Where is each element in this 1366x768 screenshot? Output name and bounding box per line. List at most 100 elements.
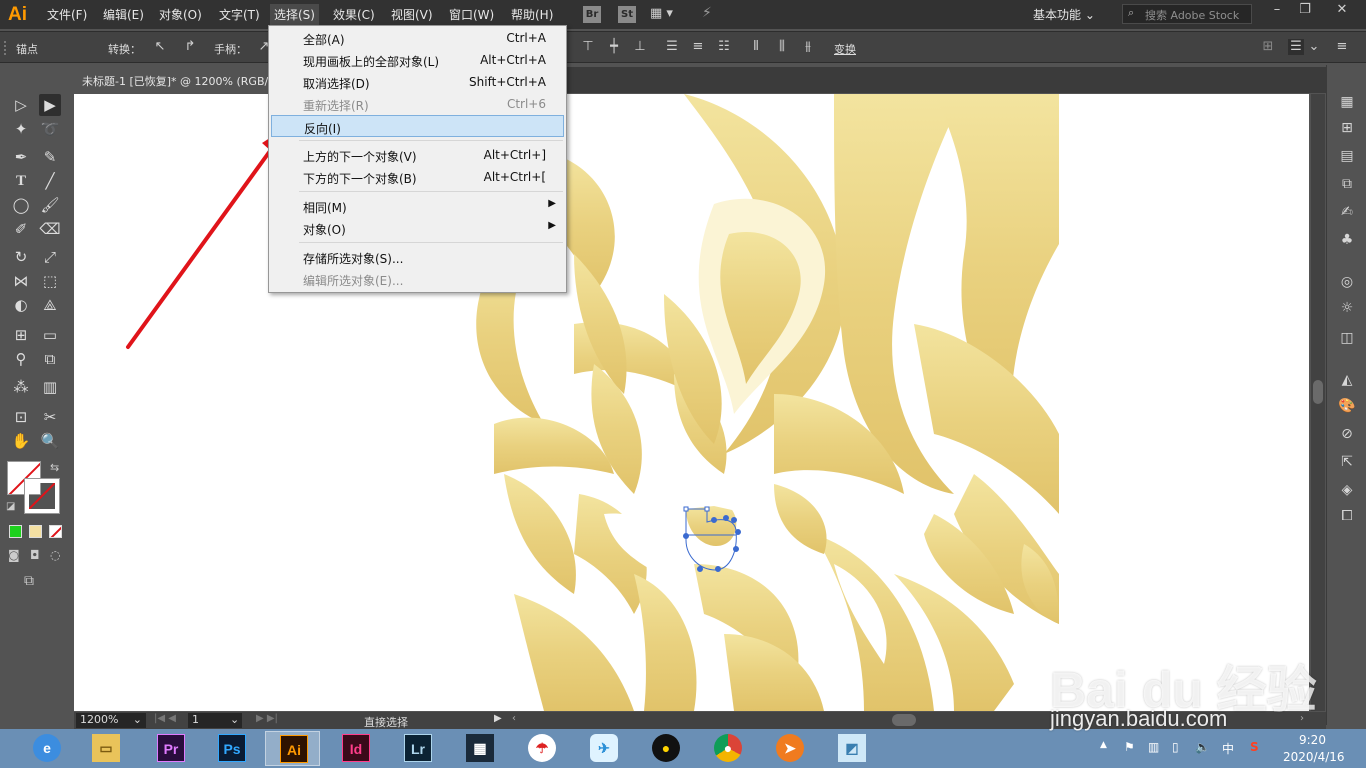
taskbar-app-bird[interactable]: ✈ (576, 731, 631, 766)
status-menu-arrow-icon[interactable]: ▶ (494, 713, 502, 724)
distribute-top-icon[interactable]: ☰ (664, 39, 680, 55)
clock-date[interactable]: 2020/4/16 (1283, 750, 1345, 764)
scroll-thumb[interactable] (1313, 380, 1323, 404)
menu-item-inverse[interactable]: 反向(I) (271, 115, 564, 137)
taskbar-app-premiere[interactable]: Pr (143, 731, 198, 766)
chevron-down-icon[interactable]: ⌄ (1306, 39, 1322, 55)
vertical-scrollbar[interactable] (1311, 94, 1325, 711)
close-button[interactable]: ✕ (1322, 2, 1362, 22)
export-panel-icon[interactable]: ⇱ (1337, 452, 1357, 472)
distribute-bottom-icon[interactable]: ☷ (716, 39, 732, 55)
menu-item-edit-selection[interactable]: 编辑所选对象(E)... (271, 268, 564, 290)
column-graph-tool-icon[interactable]: ▥ (39, 376, 61, 398)
transform-link[interactable]: 变换 (834, 41, 856, 57)
hscroll-thumb[interactable] (892, 714, 916, 726)
curvature-tool-icon[interactable]: ✎ (39, 146, 61, 168)
paintbrush-tool-icon[interactable]: 🖌 (39, 194, 61, 216)
eraser-tool-icon[interactable]: ⌫ (39, 218, 61, 240)
menu-item-select-all-on-artboard[interactable]: 现用画板上的全部对象(L) Alt+Ctrl+A (271, 49, 564, 71)
sogou-icon[interactable]: S (1250, 740, 1259, 754)
zoom-tool-icon[interactable]: 🔍 (39, 430, 61, 452)
network-icon[interactable]: ▥ (1148, 740, 1159, 754)
taskbar-app-chrome[interactable]: ● (700, 731, 755, 766)
taskbar-app-indesign[interactable]: Id (328, 731, 383, 766)
stroke-panel-icon[interactable]: ◎ (1337, 272, 1357, 292)
shape-builder-tool-icon[interactable]: ◐ (10, 294, 32, 316)
menu-effect[interactable]: 效果(C) (333, 6, 375, 23)
pathfinder-panel-icon[interactable]: ⧉ (1337, 174, 1357, 194)
menu-item-same[interactable]: 相同(M) ▶ (271, 195, 564, 217)
convert-to-corner-icon[interactable]: ↖ (152, 39, 168, 55)
taskbar-app-ie[interactable]: e (19, 731, 74, 766)
align-vcenter-icon[interactable]: ┿ (606, 39, 622, 55)
stock-button[interactable]: St (618, 6, 636, 23)
eyedropper-tool-icon[interactable]: ⚲ (10, 348, 32, 370)
flag-icon[interactable]: ⚑ (1124, 740, 1135, 754)
last-page-icon[interactable]: ▶ ▶| (256, 713, 278, 724)
rotate-tool-icon[interactable]: ↻ (10, 246, 32, 268)
menu-item-select-all[interactable]: 全部(A) Ctrl+A (271, 27, 564, 49)
minimize-button[interactable]: – (1262, 2, 1292, 22)
distribute-right-icon[interactable]: ⫵ (800, 39, 816, 55)
menu-edit[interactable]: 编辑(E) (103, 6, 144, 23)
swap-fill-stroke-icon[interactable]: ⇆ (50, 461, 59, 474)
stroke-swatch[interactable] (24, 478, 60, 514)
menu-help[interactable]: 帮助(H) (511, 6, 553, 23)
battery-icon[interactable]: ▯ (1172, 740, 1179, 754)
menu-item-deselect[interactable]: 取消选择(D) Shift+Ctrl+A (271, 71, 564, 93)
taskbar-app-illustrator[interactable]: Ai (265, 731, 320, 766)
distribute-hcenter-icon[interactable]: ⫼ (774, 39, 790, 55)
taskbar-app-explorer[interactable]: ▭ (78, 731, 133, 766)
gradient-tool-icon[interactable]: ▭ (39, 324, 61, 346)
symbols-panel-icon[interactable]: ♣ (1337, 230, 1357, 250)
ellipse-tool-icon[interactable]: ◯ (10, 194, 32, 216)
graphic-styles-panel-icon[interactable]: 🎨 (1337, 396, 1357, 416)
menu-object[interactable]: 对象(O) (159, 6, 202, 23)
line-tool-icon[interactable]: ╱ (39, 170, 61, 192)
lasso-tool-icon[interactable]: ➰ (39, 118, 61, 140)
perspective-grid-tool-icon[interactable]: ⟁ (39, 294, 61, 316)
gpu-performance-icon[interactable]: ⚡ (702, 5, 724, 23)
links-panel-icon[interactable]: ⊘ (1337, 424, 1357, 444)
bridge-button[interactable]: Br (583, 6, 601, 23)
menu-window[interactable]: 窗口(W) (449, 6, 494, 23)
distribute-left-icon[interactable]: ⫴ (748, 39, 764, 55)
menu-select[interactable]: 选择(S) (270, 4, 319, 25)
shaper-tool-icon[interactable]: ✐ (10, 218, 32, 240)
arrange-documents-icon[interactable]: ▦ ▾ (650, 6, 678, 22)
convert-to-smooth-icon[interactable]: ↱ (182, 39, 198, 55)
ime-indicator[interactable]: 中 (1222, 740, 1234, 757)
menu-type[interactable]: 文字(T) (219, 6, 260, 23)
align-bottom-icon[interactable]: ⊥ (632, 39, 648, 55)
menu-item-next-object-below[interactable]: 下方的下一个对象(B) Alt+Ctrl+[ (271, 166, 564, 188)
clock-time[interactable]: 9:20 (1299, 733, 1326, 747)
control-menu-icon[interactable]: ≡ (1334, 39, 1350, 55)
magic-wand-tool-icon[interactable]: ✦ (10, 118, 32, 140)
symbol-sprayer-tool-icon[interactable]: ⁂ (10, 376, 32, 398)
color-panel-icon[interactable]: ▦ (1337, 92, 1357, 112)
slice-tool-icon[interactable]: ✂ (39, 406, 61, 428)
direct-selection-tool-icon[interactable]: ▶ (39, 94, 61, 116)
artboard-tool-icon[interactable]: ⊡ (10, 406, 32, 428)
menu-item-next-object-above[interactable]: 上方的下一个对象(V) Alt+Ctrl+] (271, 144, 564, 166)
layers-panel-icon[interactable]: ◈ (1337, 480, 1357, 500)
isolate-icon[interactable]: ⊞ (1260, 39, 1276, 55)
hand-tool-icon[interactable]: ✋ (10, 430, 32, 452)
draw-normal-icon[interactable]: ◙ (8, 548, 20, 562)
stock-search-input[interactable]: ⌕ 搜索 Adobe Stock (1122, 4, 1252, 24)
taskbar-app-video[interactable]: ▦ (452, 731, 507, 766)
mesh-tool-icon[interactable]: ⊞ (10, 324, 32, 346)
free-transform-tool-icon[interactable]: ⬚ (39, 270, 61, 292)
distribute-vcenter-icon[interactable]: ≡ (690, 39, 706, 55)
none-mode-icon[interactable] (49, 525, 62, 538)
scale-tool-icon[interactable]: ⤢ (39, 246, 61, 268)
blend-tool-icon[interactable]: ⧉ (39, 348, 61, 370)
artboards-panel-icon[interactable]: ⧠ (1337, 506, 1357, 526)
tray-expand-icon[interactable]: ▲ (1100, 740, 1107, 750)
draw-inside-icon[interactable]: ◌ (50, 548, 60, 562)
selection-tool-icon[interactable]: ▷ (10, 94, 32, 116)
chevron-down-icon[interactable]: ⌄ (230, 713, 239, 726)
workspace-switcher[interactable]: 基本功能 ⌄ (1033, 6, 1095, 23)
appearance-panel-icon[interactable]: ◭ (1337, 370, 1357, 390)
pen-tool-icon[interactable]: ✒ (10, 146, 32, 168)
